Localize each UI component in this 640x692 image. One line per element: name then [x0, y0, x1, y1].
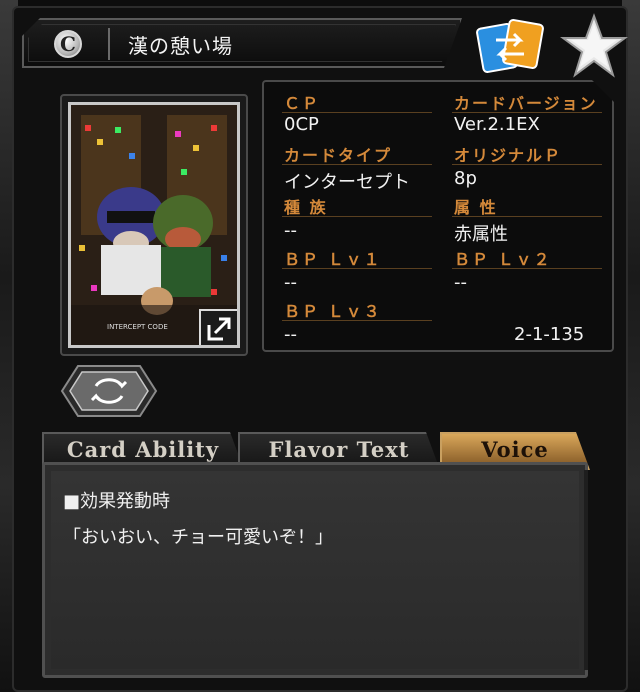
voice-trigger-heading: ■効果発動時: [63, 491, 171, 512]
card-code-label: INTERCEPT CODE: [107, 323, 168, 331]
card-title-bar: C 漢の憩い場: [22, 18, 462, 68]
voice-text-area[interactable]: ■効果発動時 「おいおい、チョー可愛いぞ！」: [42, 462, 588, 678]
swap-cards-icon[interactable]: [474, 18, 546, 74]
cp-value: 0CP: [284, 114, 319, 135]
bp-lv3-label: ＢＰ Ｌｖ３: [284, 302, 382, 321]
original-label: オリジナルＰ: [454, 146, 563, 165]
voice-quote: 「おいおい、チョー可愛いぞ！」: [63, 527, 333, 548]
bp-lv1-label: ＢＰ Ｌｖ１: [284, 250, 382, 269]
attribute-value: 赤属性: [454, 224, 508, 245]
bp-lv2-value: --: [454, 272, 467, 293]
card-detail-panel: C 漢の憩い場 INTERCEPT CODE ＣＰ 0CP カードバージョン V…: [12, 6, 628, 692]
refresh-icon[interactable]: [60, 364, 158, 418]
star-icon[interactable]: [560, 12, 628, 80]
card-number: 2-1-135: [514, 324, 585, 345]
card-image-frame[interactable]: INTERCEPT CODE: [60, 94, 248, 356]
card-name: 漢の憩い場: [128, 34, 233, 58]
version-label: カードバージョン: [454, 94, 598, 113]
rarity-badge: C: [54, 30, 82, 58]
title-divider: [108, 28, 110, 60]
race-value: --: [284, 220, 297, 241]
race-label: 種 族: [284, 198, 328, 217]
bp-lv1-value: --: [284, 272, 297, 293]
expand-external-icon[interactable]: [199, 309, 237, 345]
version-value: Ver.2.1EX: [454, 114, 540, 135]
bp-lv3-value: --: [284, 324, 297, 345]
bp-lv2-label: ＢＰ Ｌｖ２: [454, 250, 552, 269]
type-label: カードタイプ: [284, 146, 393, 165]
card-artwork: INTERCEPT CODE: [68, 102, 240, 348]
card-info-box: ＣＰ 0CP カードバージョン Ver.2.1EX カードタイプ インターセプト…: [262, 80, 614, 352]
original-value: 8p: [454, 168, 477, 189]
type-value: インターセプト: [284, 172, 410, 193]
cp-label: ＣＰ: [284, 94, 321, 113]
attribute-label: 属 性: [454, 198, 498, 217]
voice-scrollbar[interactable]: [584, 470, 588, 670]
